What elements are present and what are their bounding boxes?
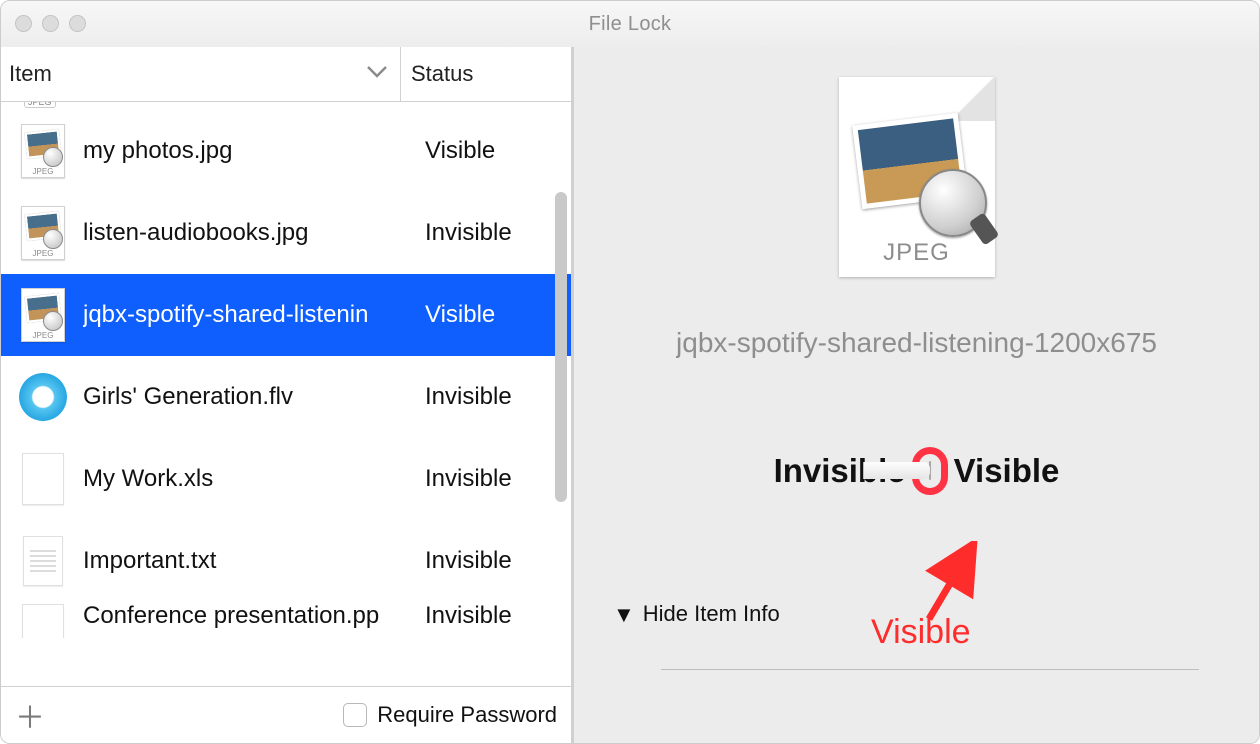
jpeg-file-icon <box>15 205 71 261</box>
add-button[interactable]: ＋ <box>15 693 45 737</box>
left-footer: ＋ Require Password <box>1 686 571 743</box>
zoom-window-button[interactable] <box>69 15 86 32</box>
require-password-checkbox[interactable]: Require Password <box>343 702 557 728</box>
list-body: JPEG my photos.jpg Visible listen-audiob… <box>1 102 571 638</box>
table-row-selected[interactable]: jqbx-spotify-shared-listenin Visible <box>1 274 571 356</box>
file-status: Invisible <box>425 547 571 575</box>
hide-item-info-toggle[interactable]: ▼ Hide Item Info <box>613 601 780 627</box>
table-row[interactable]: Girls' Generation.flv Invisible <box>1 356 571 438</box>
table-row[interactable]: Conference presentation.pp Invisible <box>1 602 571 638</box>
file-status: Invisible <box>425 602 571 630</box>
file-list: JPEG my photos.jpg Visible listen-audiob… <box>1 102 571 686</box>
generic-file-icon <box>15 602 71 638</box>
file-list-panel: Item Status JPEG my photos.jpg Visible <box>1 47 574 743</box>
column-header-item[interactable]: Item <box>1 47 401 101</box>
column-header-status[interactable]: Status <box>401 61 571 87</box>
table-row[interactable]: My Work.xls Invisible <box>1 438 571 520</box>
app-window: File Lock Item Status JPEG <box>0 0 1260 744</box>
file-status: Invisible <box>425 383 571 411</box>
jpeg-file-icon <box>15 287 71 343</box>
visibility-toggle-row: Invisible Visible <box>774 447 1060 495</box>
toggle-knob-icon <box>929 462 930 479</box>
file-status: Invisible <box>425 219 571 247</box>
scrollbar[interactable] <box>555 192 567 502</box>
sort-chevron-icon <box>366 65 388 84</box>
disclosure-triangle-icon: ▼ <box>613 602 635 628</box>
flv-file-icon <box>15 369 71 425</box>
file-name: Conference presentation.pp <box>83 602 425 630</box>
checkbox-icon <box>343 703 367 727</box>
jpeg-tag-icon: JPEG <box>24 102 56 108</box>
file-name: my photos.jpg <box>83 137 425 165</box>
txt-file-icon <box>15 533 71 589</box>
jpeg-file-icon <box>15 123 71 179</box>
toggle-label-visible: Visible <box>954 452 1060 490</box>
minimize-window-button[interactable] <box>42 15 59 32</box>
file-name: My Work.xls <box>83 465 425 493</box>
xls-file-icon <box>15 451 71 507</box>
require-password-label: Require Password <box>377 702 557 728</box>
titlebar: File Lock <box>1 1 1259 48</box>
window-title: File Lock <box>1 13 1259 36</box>
file-status: Invisible <box>425 465 571 493</box>
file-name: jqbx-spotify-shared-listenin <box>83 301 425 329</box>
column-header-item-label: Item <box>9 61 52 87</box>
hide-item-info-label: Hide Item Info <box>643 601 780 627</box>
close-window-button[interactable] <box>15 15 32 32</box>
visibility-toggle[interactable] <box>929 461 931 480</box>
table-row[interactable]: my photos.jpg Visible <box>1 110 571 192</box>
window-controls <box>15 15 86 32</box>
file-name: Important.txt <box>83 547 425 575</box>
file-status: Visible <box>425 137 571 165</box>
file-status: Visible <box>425 301 571 329</box>
file-preview-icon: JPEG <box>839 77 995 277</box>
detail-filename: jqbx-spotify-shared-listening-1200x675 <box>676 327 1157 359</box>
annotation-label: Visible <box>871 613 971 652</box>
file-name: listen-audiobooks.jpg <box>83 219 425 247</box>
table-row[interactable]: Important.txt Invisible <box>1 520 571 602</box>
file-name: Girls' Generation.flv <box>83 383 425 411</box>
table-row[interactable]: listen-audiobooks.jpg Invisible <box>1 192 571 274</box>
content: Item Status JPEG my photos.jpg Visible <box>1 47 1259 743</box>
magnifier-icon <box>919 169 987 237</box>
divider <box>661 669 1199 670</box>
file-type-badge: JPEG <box>839 239 995 267</box>
annotation-highlight-box <box>912 447 948 495</box>
table-header: Item Status <box>1 47 571 102</box>
